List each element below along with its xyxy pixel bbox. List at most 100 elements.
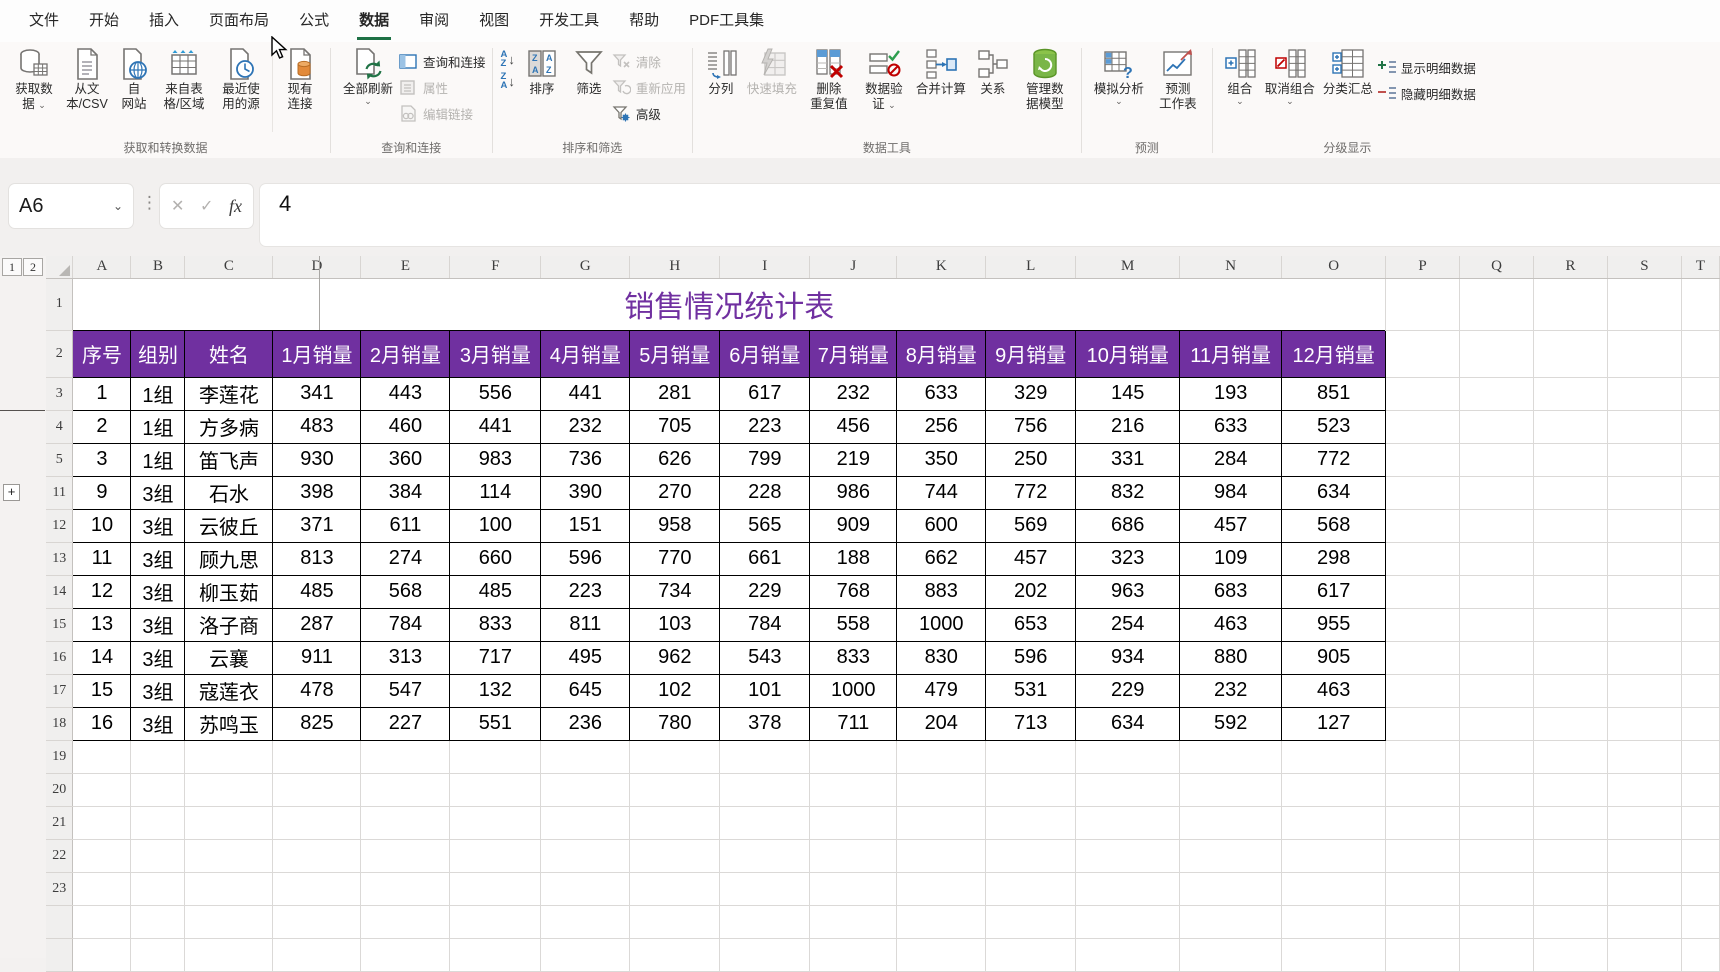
table-cell[interactable]: 825 bbox=[273, 707, 361, 740]
cell[interactable] bbox=[1386, 938, 1460, 971]
cell[interactable] bbox=[720, 806, 810, 839]
from-text-csv-button[interactable]: 从文 本/CSV bbox=[61, 44, 113, 113]
table-cell[interactable]: 281 bbox=[630, 377, 720, 410]
cell[interactable] bbox=[1607, 773, 1681, 806]
table-cell[interactable]: 660 bbox=[450, 542, 541, 575]
cell[interactable] bbox=[986, 938, 1076, 971]
cell[interactable] bbox=[1607, 674, 1681, 707]
cell[interactable] bbox=[1386, 872, 1460, 905]
cell[interactable] bbox=[1681, 443, 1719, 476]
cell[interactable] bbox=[450, 905, 541, 938]
cell[interactable] bbox=[1180, 839, 1282, 872]
outline-level-1-button[interactable]: 1 bbox=[2, 258, 22, 276]
cell[interactable] bbox=[897, 872, 986, 905]
row-header[interactable]: 2 bbox=[46, 330, 73, 377]
table-cell[interactable]: 523 bbox=[1282, 410, 1386, 443]
table-cell[interactable]: 483 bbox=[273, 410, 361, 443]
table-cell[interactable]: 962 bbox=[630, 641, 720, 674]
cell[interactable] bbox=[185, 740, 273, 773]
cell[interactable] bbox=[273, 740, 361, 773]
cell[interactable] bbox=[1681, 773, 1719, 806]
cell[interactable] bbox=[541, 872, 630, 905]
column-header[interactable]: B bbox=[131, 256, 185, 278]
cell[interactable] bbox=[1076, 806, 1180, 839]
cell[interactable] bbox=[361, 905, 450, 938]
cell[interactable] bbox=[630, 773, 720, 806]
cell[interactable] bbox=[1460, 542, 1534, 575]
cell[interactable] bbox=[273, 872, 361, 905]
cell[interactable] bbox=[1607, 476, 1681, 509]
cell[interactable] bbox=[720, 740, 810, 773]
row-header[interactable]: 11 bbox=[46, 476, 73, 509]
table-cell[interactable]: 109 bbox=[1180, 542, 1282, 575]
column-header[interactable]: N bbox=[1180, 256, 1282, 278]
cell[interactable] bbox=[1386, 641, 1460, 674]
filter-button[interactable]: 筛选 bbox=[566, 44, 612, 97]
cell[interactable] bbox=[1534, 509, 1608, 542]
cell[interactable] bbox=[1607, 542, 1681, 575]
cell[interactable] bbox=[1534, 476, 1608, 509]
cell[interactable] bbox=[897, 905, 986, 938]
cell[interactable] bbox=[810, 872, 897, 905]
table-cell[interactable]: 531 bbox=[986, 674, 1076, 707]
cell[interactable] bbox=[1386, 278, 1460, 330]
cell[interactable] bbox=[1607, 377, 1681, 410]
table-header-cell[interactable]: 1月销量 bbox=[273, 330, 361, 377]
table-cell[interactable]: 958 bbox=[630, 509, 720, 542]
table-cell[interactable]: 463 bbox=[1282, 674, 1386, 707]
table-cell[interactable]: 495 bbox=[541, 641, 630, 674]
cell[interactable] bbox=[1607, 410, 1681, 443]
cell[interactable] bbox=[1460, 839, 1534, 872]
cell[interactable] bbox=[1607, 872, 1681, 905]
table-cell[interactable]: 813 bbox=[273, 542, 361, 575]
table-cell[interactable]: 479 bbox=[897, 674, 986, 707]
cell[interactable] bbox=[361, 773, 450, 806]
column-header[interactable]: T bbox=[1681, 256, 1719, 278]
table-cell[interactable]: 930 bbox=[273, 443, 361, 476]
table-cell[interactable]: 736 bbox=[541, 443, 630, 476]
cell[interactable] bbox=[1076, 905, 1180, 938]
relationships-button[interactable]: 关系 bbox=[971, 44, 1015, 97]
cell[interactable] bbox=[273, 806, 361, 839]
cell[interactable] bbox=[1460, 278, 1534, 330]
cell[interactable] bbox=[1460, 641, 1534, 674]
table-cell[interactable]: 909 bbox=[810, 509, 897, 542]
table-cell[interactable]: 3组 bbox=[131, 509, 185, 542]
table-cell[interactable]: 16 bbox=[73, 707, 131, 740]
table-cell[interactable]: 986 bbox=[810, 476, 897, 509]
table-header-cell[interactable]: 组别 bbox=[131, 330, 185, 377]
cell[interactable] bbox=[1681, 608, 1719, 641]
cell[interactable] bbox=[1534, 608, 1608, 641]
row-header[interactable]: 14 bbox=[46, 575, 73, 608]
table-cell[interactable]: 905 bbox=[1282, 641, 1386, 674]
cell[interactable] bbox=[986, 839, 1076, 872]
table-cell[interactable]: 883 bbox=[897, 575, 986, 608]
table-cell[interactable]: 232 bbox=[1180, 674, 1282, 707]
cell[interactable] bbox=[986, 806, 1076, 839]
cell[interactable] bbox=[897, 773, 986, 806]
table-cell[interactable]: 云襄 bbox=[185, 641, 273, 674]
table-cell[interactable]: 880 bbox=[1180, 641, 1282, 674]
column-header[interactable]: D bbox=[273, 256, 361, 278]
tab-file[interactable]: 文件 bbox=[14, 0, 74, 42]
cell[interactable] bbox=[361, 872, 450, 905]
sort-ascending-button[interactable]: AZ↓ bbox=[501, 50, 515, 68]
cell[interactable] bbox=[630, 806, 720, 839]
table-cell[interactable]: 772 bbox=[986, 476, 1076, 509]
cell[interactable] bbox=[1282, 872, 1386, 905]
table-cell[interactable]: 596 bbox=[541, 542, 630, 575]
consolidate-button[interactable]: 合并计算 bbox=[911, 44, 971, 97]
column-header[interactable]: H bbox=[630, 256, 720, 278]
cell[interactable] bbox=[1681, 872, 1719, 905]
cell[interactable] bbox=[1534, 410, 1608, 443]
cell[interactable] bbox=[986, 872, 1076, 905]
table-cell[interactable]: 223 bbox=[720, 410, 810, 443]
table-cell[interactable]: 551 bbox=[450, 707, 541, 740]
cell[interactable] bbox=[131, 839, 185, 872]
table-cell[interactable]: 250 bbox=[986, 443, 1076, 476]
cell[interactable] bbox=[630, 839, 720, 872]
table-cell[interactable]: 顾九思 bbox=[185, 542, 273, 575]
what-if-analysis-button[interactable]: ? 模拟分析 ⌄ bbox=[1088, 44, 1150, 107]
table-cell[interactable]: 626 bbox=[630, 443, 720, 476]
row-header[interactable]: 20 bbox=[46, 773, 73, 806]
